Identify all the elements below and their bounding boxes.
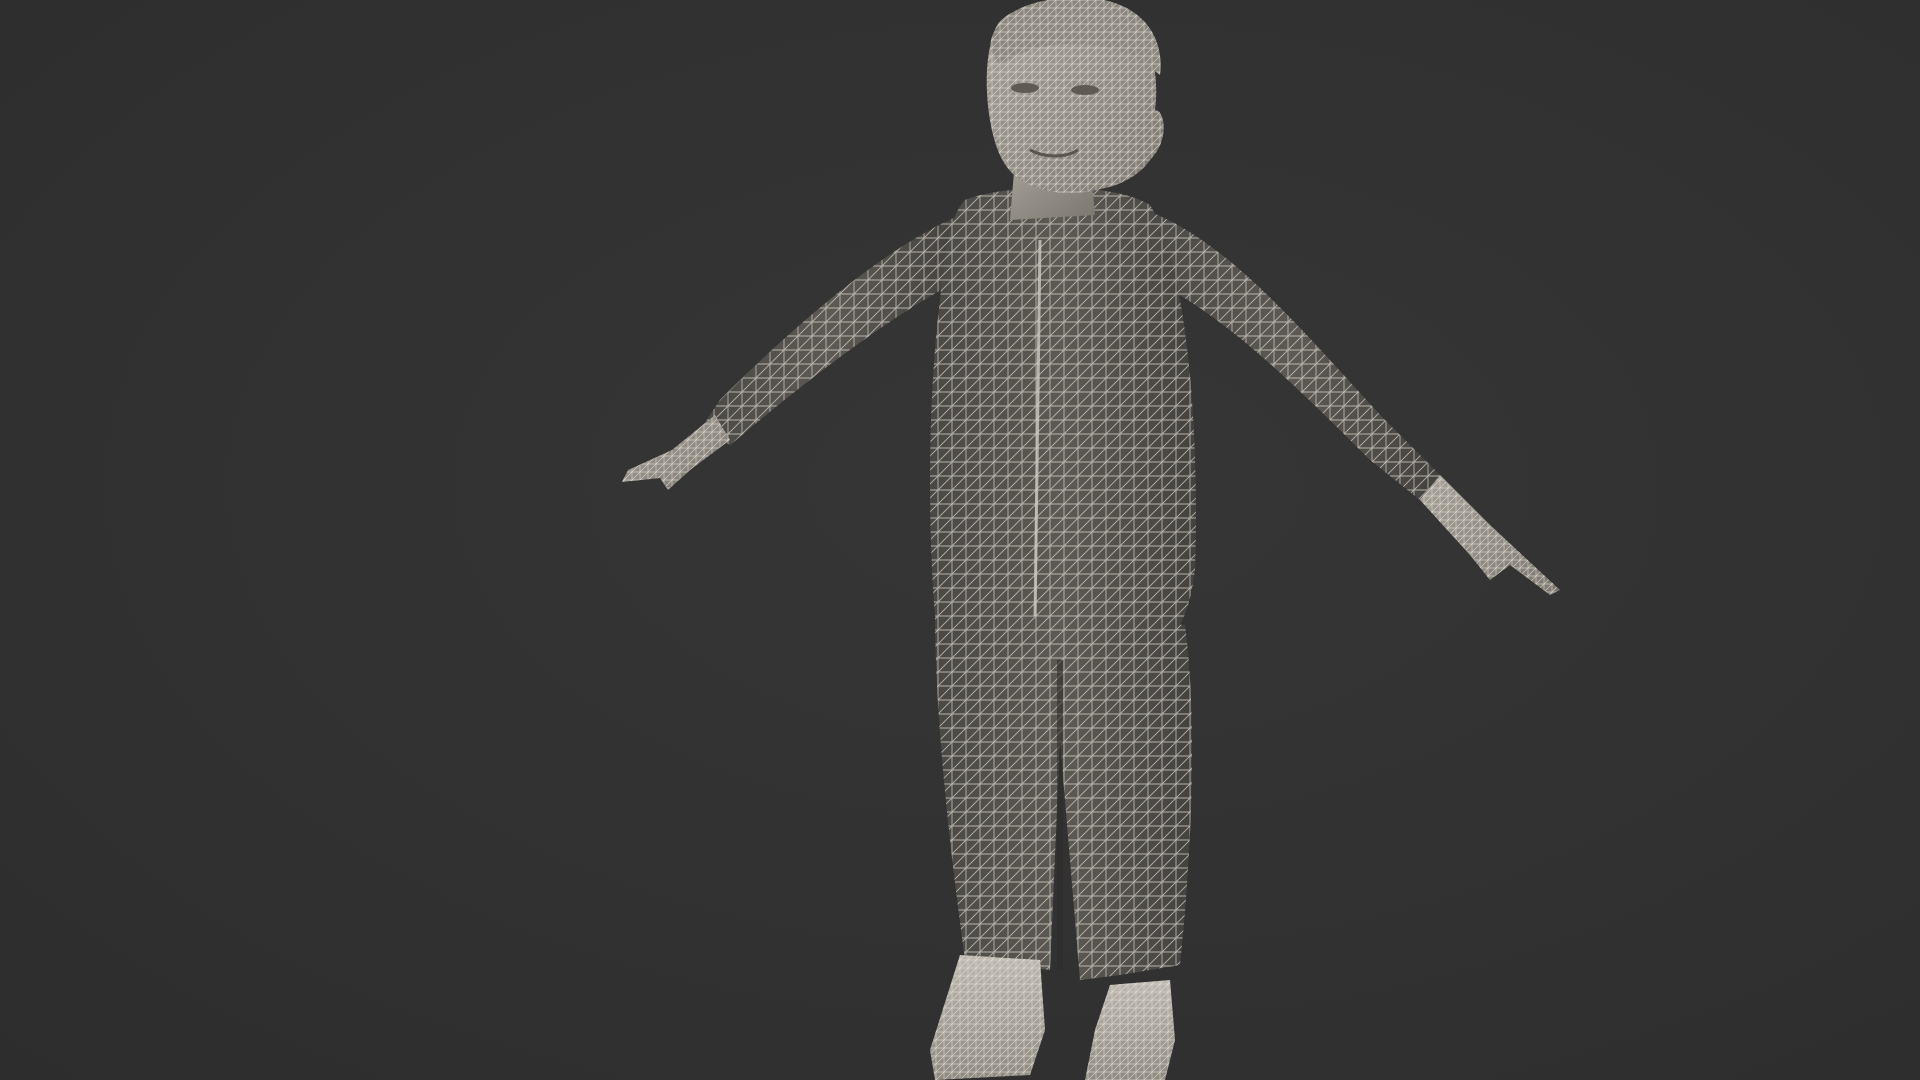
3d-viewport[interactable] — [0, 0, 1920, 1080]
left-arm — [622, 215, 960, 490]
torso — [930, 187, 1196, 625]
head — [986, 0, 1164, 193]
legs — [935, 610, 1192, 980]
character-model[interactable] — [0, 0, 1920, 1080]
right-arm — [1145, 210, 1560, 595]
shoes — [930, 955, 1175, 1080]
